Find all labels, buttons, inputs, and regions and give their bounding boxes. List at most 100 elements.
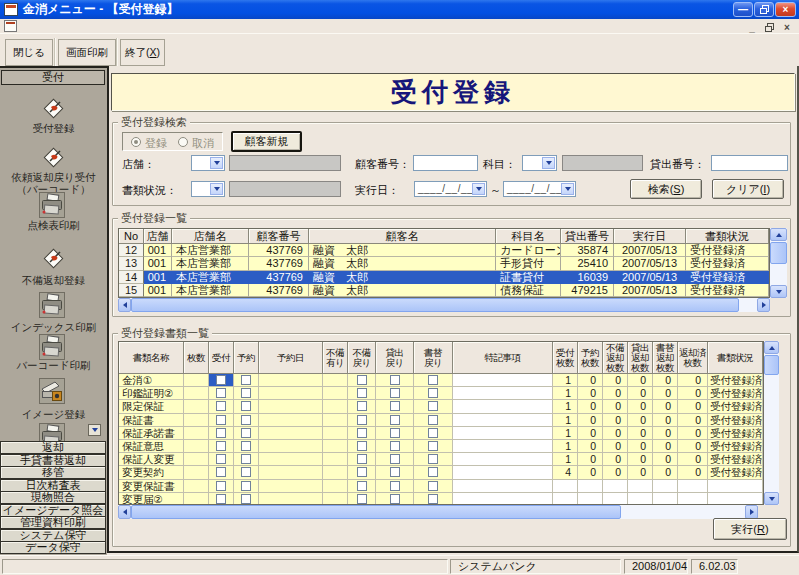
list1-horizontal-scrollbar[interactable] (118, 298, 770, 312)
list2-cell[interactable]: 限定保証 (119, 400, 184, 413)
list2-cell[interactable] (376, 453, 414, 466)
document-checkbox[interactable] (390, 375, 400, 385)
list2-cell[interactable]: 0 (678, 440, 708, 453)
sidebar-item-icon[interactable] (39, 192, 65, 220)
list2-cell[interactable]: 保証承諾書 (119, 427, 184, 440)
list2-cell[interactable] (414, 453, 453, 466)
list2-cell[interactable] (184, 453, 209, 466)
list1-cell[interactable]: 融資 太郎 (309, 257, 496, 270)
list2-cell[interactable] (453, 414, 553, 427)
list2-cell[interactable] (323, 374, 348, 387)
exec-date-from[interactable]: ____/__/__ (414, 181, 487, 197)
list2-cell[interactable] (348, 453, 376, 466)
document-checkbox[interactable] (216, 467, 226, 477)
list2-cell[interactable] (184, 493, 209, 505)
list2-cell[interactable] (348, 427, 376, 440)
document-checkbox[interactable] (357, 428, 367, 438)
list2-cell[interactable] (453, 480, 553, 493)
list1-cell[interactable]: 437769 (249, 271, 309, 284)
list2-cell[interactable] (708, 493, 763, 505)
list2-cell[interactable] (376, 387, 414, 400)
list2-cell[interactable] (376, 414, 414, 427)
list2-cell[interactable] (414, 480, 453, 493)
list1-cell[interactable]: 14 (119, 271, 144, 284)
list2-cell[interactable] (628, 480, 653, 493)
list2-cell[interactable]: 受付登録済 (708, 427, 763, 440)
sidebar-nav-8[interactable]: データ保守 (0, 541, 106, 554)
sidebar-item-label[interactable]: 不備返却登録 (0, 274, 107, 286)
document-checkbox[interactable] (428, 375, 438, 385)
list2-cell[interactable]: 0 (603, 440, 628, 453)
cancel-radio[interactable] (178, 137, 188, 147)
sidebar-item-icon[interactable] (39, 143, 67, 173)
list2-cell[interactable] (209, 453, 234, 466)
document-checkbox[interactable] (390, 401, 400, 411)
list2-cell[interactable]: 0 (653, 400, 678, 413)
list1-cell[interactable]: 受付登録済 (686, 244, 769, 257)
document-checkbox[interactable] (428, 428, 438, 438)
list2-cell[interactable] (234, 387, 259, 400)
list2-cell[interactable] (376, 493, 414, 505)
list2-cell[interactable]: 1 (553, 427, 578, 440)
list2-cell[interactable] (578, 480, 603, 493)
list2-cell[interactable]: 受付登録済 (708, 400, 763, 413)
list2-cell[interactable] (184, 414, 209, 427)
restore-button[interactable] (754, 2, 774, 17)
list2-cell[interactable]: 1 (553, 440, 578, 453)
document-checkbox[interactable] (357, 481, 367, 491)
list2-cell[interactable]: 0 (628, 400, 653, 413)
list2-cell[interactable] (348, 400, 376, 413)
document-checkbox[interactable] (241, 481, 251, 491)
document-checkbox[interactable] (390, 454, 400, 464)
list2-cell[interactable] (323, 493, 348, 505)
list2-cell[interactable] (184, 440, 209, 453)
list2-cell[interactable]: 0 (578, 374, 603, 387)
list2-cell[interactable] (259, 453, 323, 466)
list2-cell[interactable] (234, 440, 259, 453)
sidebar-item-icon[interactable] (39, 378, 65, 406)
sidebar-item-label[interactable]: 点検表印刷 (0, 219, 107, 231)
list2-cell[interactable] (234, 427, 259, 440)
list2-cell[interactable] (376, 427, 414, 440)
list2-cell[interactable]: 0 (603, 466, 628, 479)
sidebar-item-label[interactable]: 依頼返却戻り受付 (0, 171, 107, 183)
document-checkbox[interactable] (241, 441, 251, 451)
list2-cell[interactable]: 0 (678, 414, 708, 427)
list2-cell[interactable] (323, 480, 348, 493)
list2-cell[interactable] (414, 414, 453, 427)
list2-cell[interactable]: 0 (603, 427, 628, 440)
list2-cell[interactable] (603, 480, 628, 493)
list2-cell[interactable]: 保証書 (119, 414, 184, 427)
list2-cell[interactable]: 0 (628, 374, 653, 387)
list2-cell[interactable] (259, 427, 323, 440)
list2-cell[interactable]: 変更保証書 (119, 480, 184, 493)
list2-cell[interactable]: 0 (628, 440, 653, 453)
document-checkbox[interactable] (216, 441, 226, 451)
list2-cell[interactable]: 0 (678, 400, 708, 413)
list2-cell[interactable] (323, 466, 348, 479)
list2-cell[interactable] (234, 374, 259, 387)
list2-cell[interactable] (414, 440, 453, 453)
list2-cell[interactable]: 受付登録済 (708, 453, 763, 466)
list2-cell[interactable] (184, 387, 209, 400)
list2-cell[interactable] (708, 480, 763, 493)
sidebar-item-icon[interactable] (39, 94, 67, 124)
exit-button[interactable]: 終了(X) (120, 39, 165, 66)
list2-cell[interactable] (323, 387, 348, 400)
sidebar-item-label[interactable]: イメージ登録 (0, 408, 107, 420)
list1-cell[interactable]: 受付登録済 (686, 284, 769, 297)
list2-cell[interactable] (259, 414, 323, 427)
sidebar-item-icon[interactable] (39, 292, 65, 320)
document-checkbox[interactable] (357, 467, 367, 477)
document-checkbox[interactable] (241, 415, 251, 425)
list2-cell[interactable] (453, 400, 553, 413)
store-combo[interactable] (191, 155, 225, 171)
document-checkbox[interactable] (390, 467, 400, 477)
list2-cell[interactable]: 保証意思 (119, 440, 184, 453)
list2-cell[interactable] (414, 427, 453, 440)
document-checkbox[interactable] (357, 375, 367, 385)
list2-cell[interactable] (348, 387, 376, 400)
list2-cell[interactable] (234, 466, 259, 479)
document-checkbox[interactable] (357, 401, 367, 411)
list2-cell[interactable] (453, 466, 553, 479)
